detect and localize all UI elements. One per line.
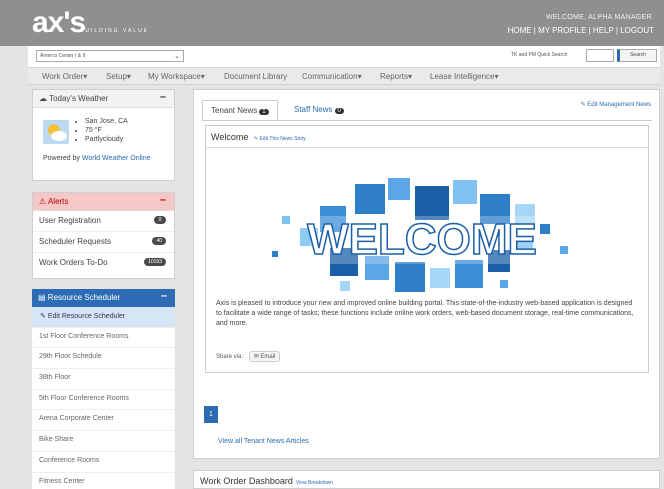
- weather-panel: ☁ Today's Weather – San Jose, CA 75 °F P…: [32, 89, 175, 181]
- logo-tagline: BUILDING VALUE: [80, 28, 150, 34]
- share-row: Share via: ✉ Email: [216, 351, 281, 362]
- tab-staff-news[interactable]: Staff News 0: [286, 100, 352, 120]
- pencil-icon: ✎: [580, 102, 586, 108]
- story-title-row: Welcome ✎ Edit This News Story: [211, 132, 306, 142]
- pencil-icon: ✎: [40, 313, 46, 320]
- alerts-panel: ⚠ Alerts – User Registration 0 Scheduler…: [32, 192, 175, 279]
- work-order-dashboard: Work Order Dashboard View Breakdown: [193, 470, 660, 489]
- warning-icon: ⚠: [39, 197, 47, 206]
- alert-item[interactable]: Scheduler Requests 40: [33, 232, 174, 253]
- main-nav: Work Order▾ Setup▾ My Workspace▾ Documen…: [28, 67, 660, 85]
- collapse-icon[interactable]: –: [160, 194, 166, 206]
- scheduler-title: Resource Scheduler: [47, 293, 121, 302]
- welcome-graphic-text: WELCOME: [307, 215, 537, 264]
- toolbar: Amerco Center I & II ⌄ TK and PM Quick S…: [28, 46, 660, 67]
- view-all-news-link[interactable]: View all Tenant News Articles: [218, 438, 309, 445]
- news-story: Welcome ✎ Edit This News Story WELCOME A…: [205, 125, 649, 373]
- edit-management-news-link[interactable]: ✎ Edit Management News: [581, 101, 651, 108]
- edit-resource-scheduler[interactable]: ✎ Edit Resource Scheduler: [32, 307, 175, 328]
- nav-work-order[interactable]: Work Order▾: [42, 72, 87, 81]
- alerts-header: ⚠ Alerts –: [33, 193, 174, 211]
- quick-search-label: TK and PM Quick Search: [511, 52, 568, 58]
- edit-management-news-label: Edit Management News: [587, 102, 651, 108]
- scheduler-item[interactable]: Arena Corporate Center: [32, 410, 175, 432]
- alert-count-badge: 10193: [144, 258, 166, 266]
- weather-header: ☁ Today's Weather –: [33, 90, 174, 108]
- app-header: ax's BUILDING VALUE WELCOME, ALPHA MANAG…: [0, 0, 664, 46]
- tenant-news-count: 1: [259, 109, 269, 115]
- share-label: Share via:: [216, 354, 244, 360]
- welcome-graphic: WELCOME: [272, 178, 568, 292]
- nav-setup[interactable]: Setup▾: [106, 72, 131, 81]
- staff-news-count: 0: [334, 108, 344, 114]
- pencil-icon: ✎: [253, 136, 259, 142]
- powered-by-text: Powered by: [43, 155, 82, 162]
- calendar-icon: ▤: [38, 293, 46, 302]
- nav-document-library[interactable]: Document Library: [224, 72, 287, 81]
- tab-tenant-news[interactable]: Tenant News 1: [202, 100, 278, 120]
- weather-icon: [43, 120, 69, 144]
- alert-count-badge: 0: [154, 216, 166, 224]
- scheduler-item[interactable]: Fitness Center: [32, 472, 175, 489]
- nav-lease-intelligence[interactable]: Lease Intelligence▾: [430, 72, 499, 81]
- scheduler-item[interactable]: 1st Floor Conference Rooms: [32, 327, 175, 349]
- cloud-icon: ☁: [39, 94, 47, 103]
- nav-reports[interactable]: Reports▾: [380, 72, 412, 81]
- story-title: Welcome: [211, 132, 249, 142]
- scheduler-item[interactable]: 5th Floor Conference Rooms: [32, 389, 175, 411]
- alert-item[interactable]: User Registration 0: [33, 211, 174, 232]
- alert-item[interactable]: Work Orders To-Do 10193: [33, 253, 174, 274]
- tab-tenant-news-label: Tenant News: [211, 106, 258, 115]
- search-button[interactable]: Search: [617, 49, 657, 62]
- edit-story-label: Edit This News Story: [259, 136, 306, 142]
- weather-temp: 75 °F: [85, 126, 128, 135]
- scheduler-item[interactable]: Bike Share: [32, 431, 175, 452]
- alert-label: Work Orders To-Do: [39, 258, 108, 267]
- scheduler-item[interactable]: 38th Floor: [32, 369, 175, 390]
- quick-search-input[interactable]: [586, 49, 614, 62]
- alert-label: Scheduler Requests: [39, 237, 112, 246]
- edit-story-link[interactable]: ✎ Edit This News Story: [254, 136, 306, 142]
- welcome-text: WELCOME, ALPHA MANAGER: [545, 14, 652, 21]
- nav-communication[interactable]: Communication▾: [302, 72, 362, 81]
- collapse-icon[interactable]: –: [160, 91, 166, 103]
- weather-title: Today's Weather: [49, 94, 109, 103]
- scheduler-header: ▤ Resource Scheduler –: [32, 289, 175, 307]
- scheduler-item[interactable]: 29th Floor Schedule: [32, 348, 175, 370]
- alert-count-badge: 40: [152, 237, 166, 245]
- resource-scheduler-panel: ▤ Resource Scheduler – ✎ Edit Resource S…: [32, 289, 175, 489]
- alert-label: User Registration: [39, 216, 101, 225]
- weather-condition: Partlycloudy: [85, 135, 128, 144]
- logo[interactable]: ax's: [32, 6, 86, 40]
- tab-staff-news-label: Staff News: [294, 105, 333, 114]
- email-share-button[interactable]: ✉ Email: [248, 351, 281, 362]
- weather-provider-link[interactable]: World Weather Online: [82, 155, 151, 162]
- news-panel: Tenant News 1 Staff News 0 ✎ Edit Manageme…: [193, 89, 660, 459]
- story-divider: [206, 147, 648, 148]
- email-label: Email: [260, 354, 276, 360]
- alerts-title: Alerts: [47, 197, 69, 206]
- envelope-icon: ✉: [253, 354, 259, 360]
- nav-my-workspace[interactable]: My Workspace▾: [148, 72, 205, 81]
- scheduler-item[interactable]: Conference Rooms: [32, 451, 175, 473]
- weather-city: San Jose, CA: [85, 117, 128, 126]
- weather-powered: Powered by World Weather Online: [43, 154, 168, 163]
- dashboard-title: Work Order Dashboard: [200, 476, 293, 486]
- chevron-down-icon: ⌄: [174, 53, 180, 60]
- property-select-value: Amerco Center I & II: [40, 53, 86, 59]
- collapse-icon[interactable]: –: [161, 290, 167, 302]
- tab-divider: [202, 120, 652, 121]
- property-select[interactable]: Amerco Center I & II ⌄: [36, 50, 184, 62]
- view-breakdown-link[interactable]: View Breakdown: [296, 480, 333, 486]
- edit-resource-label: Edit Resource Scheduler: [47, 313, 126, 320]
- story-body: Axis is pleased to introduce your new an…: [216, 300, 634, 327]
- top-links[interactable]: HOME | MY PROFILE | HELP | LOGOUT: [508, 26, 654, 35]
- weather-details: San Jose, CA 75 °F Partlycloudy: [85, 117, 128, 144]
- pagination-page-button[interactable]: 1: [204, 406, 218, 423]
